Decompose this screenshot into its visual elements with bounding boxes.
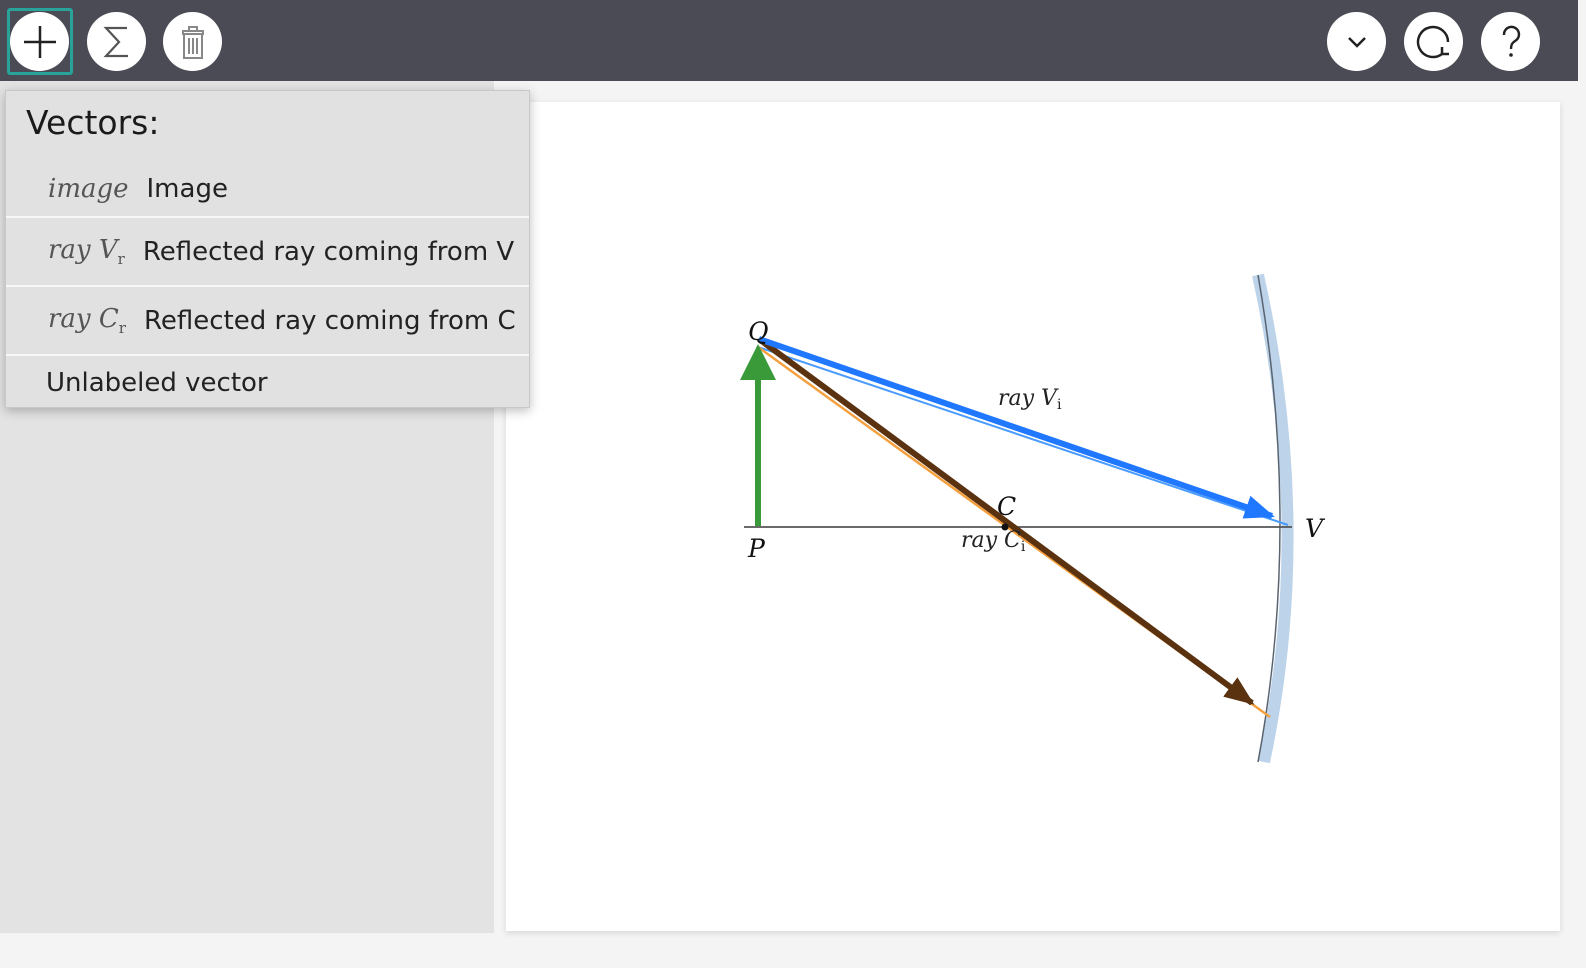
add-vector-menu: Vectors: image Image ray Vr Reflected ra… bbox=[5, 90, 530, 408]
delete-button[interactable] bbox=[163, 12, 222, 71]
menu-item-ray-vr[interactable]: ray Vr Reflected ray coming from V bbox=[6, 219, 529, 285]
menu-separator bbox=[6, 216, 529, 218]
help-button[interactable] bbox=[1481, 12, 1540, 71]
toolbar bbox=[0, 0, 1578, 81]
reflected-ray-v bbox=[758, 336, 1275, 519]
menu-title: Vectors: bbox=[26, 103, 160, 142]
collapse-button[interactable] bbox=[1327, 12, 1386, 71]
menu-item-unlabeled[interactable]: Unlabeled vector bbox=[6, 357, 529, 409]
concave-mirror bbox=[1252, 273, 1294, 764]
question-icon bbox=[1502, 25, 1520, 57]
label-p: P bbox=[747, 534, 766, 563]
menu-separator bbox=[6, 285, 529, 287]
diagram-canvas: Q P C V ray Vi ray Ci bbox=[506, 102, 1560, 931]
refresh-icon bbox=[1416, 25, 1449, 58]
mirror-diagram: Q P C V ray Vi ray Ci bbox=[740, 273, 1326, 764]
menu-item-label: Image bbox=[146, 174, 228, 204]
app-root: Q P C V ray Vi ray Ci Vectors: image Ima… bbox=[0, 0, 1586, 968]
reset-button[interactable] bbox=[1404, 12, 1463, 71]
label-ray-ci: ray Ci bbox=[961, 528, 1026, 555]
label-v: V bbox=[1305, 514, 1326, 543]
label-q: Q bbox=[748, 317, 769, 346]
menu-item-label: Reflected ray coming from C bbox=[143, 306, 516, 336]
menu-item-symbol: image bbox=[48, 174, 129, 204]
sigma-icon bbox=[102, 26, 128, 57]
menu-item-image[interactable]: image Image bbox=[6, 161, 529, 217]
menu-item-label: Unlabeled vector bbox=[46, 368, 268, 398]
menu-item-symbol: ray Vr bbox=[48, 235, 125, 269]
label-ray-vi: ray Vi bbox=[998, 386, 1062, 413]
menu-separator bbox=[6, 354, 529, 356]
sum-vectors-button[interactable] bbox=[87, 12, 146, 71]
incident-ray-v-thin bbox=[757, 346, 1289, 526]
menu-item-ray-cr[interactable]: ray Cr Reflected ray coming from C bbox=[6, 288, 529, 354]
chevron-down-icon bbox=[1347, 36, 1366, 48]
menu-item-label: Reflected ray coming from V bbox=[142, 237, 515, 267]
plus-icon bbox=[23, 25, 56, 58]
trash-icon bbox=[181, 25, 204, 59]
label-c: C bbox=[997, 492, 1016, 521]
add-vector-button[interactable] bbox=[10, 12, 69, 71]
menu-item-symbol: ray Cr bbox=[48, 304, 126, 338]
